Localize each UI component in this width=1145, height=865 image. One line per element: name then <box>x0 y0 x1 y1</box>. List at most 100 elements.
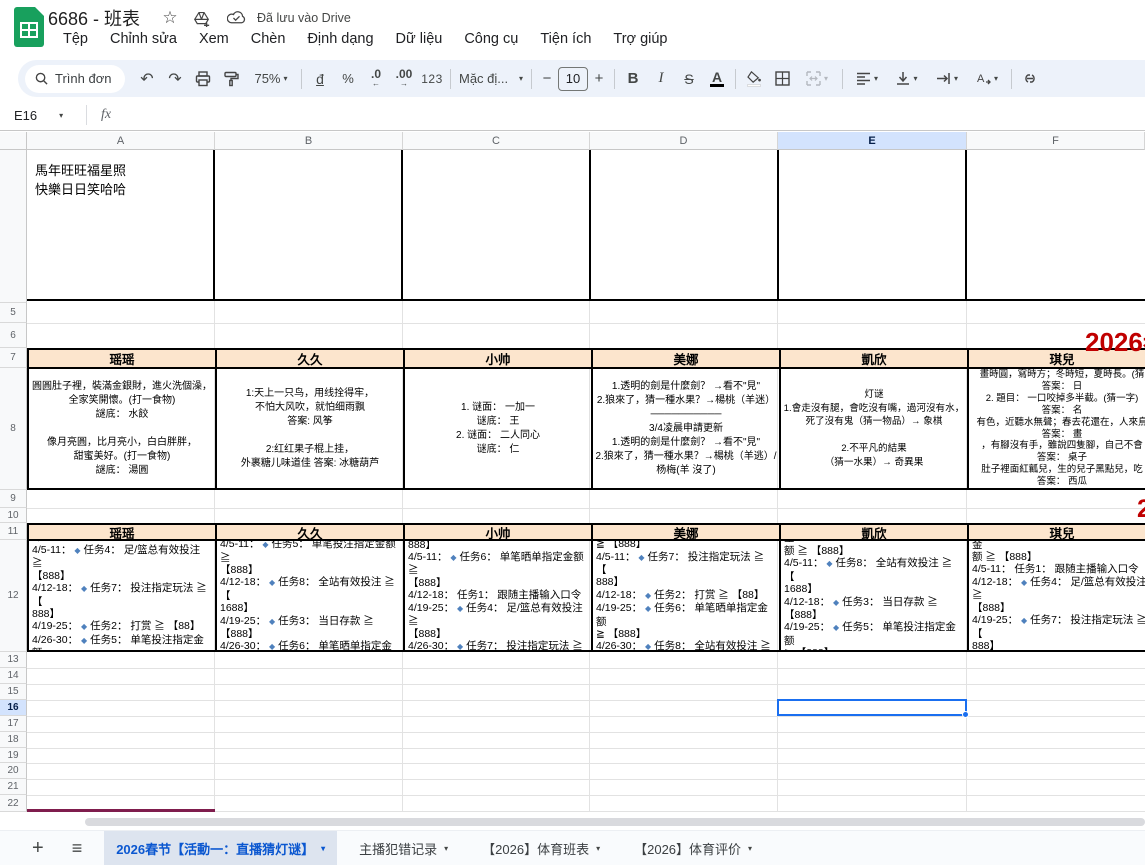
team-header[interactable]: 凱欣 <box>781 350 969 367</box>
cell-empty[interactable] <box>403 150 591 299</box>
horizontal-scrollbar[interactable] <box>85 818 1145 826</box>
text-rotation-button[interactable]: A ▾ <box>967 66 1007 92</box>
team-header[interactable]: 小帅 <box>405 350 593 367</box>
col-header-B[interactable]: B <box>215 132 403 150</box>
sheets-logo-icon[interactable] <box>14 7 44 48</box>
row-header-11[interactable]: 11 <box>0 523 27 540</box>
team-header[interactable]: 美娜 <box>593 525 781 539</box>
font-family-select[interactable]: Mặc đị...▾ <box>455 66 527 92</box>
row-header-22[interactable]: 22 <box>0 795 27 812</box>
row-header-16[interactable]: 16 <box>0 700 27 716</box>
menu-view[interactable]: Xem <box>188 29 240 49</box>
row-header-21[interactable]: 21 <box>0 779 27 795</box>
row-header-14[interactable]: 14 <box>0 668 27 684</box>
cell-task-D12[interactable]: 4月1日-4日： ◆ 任务4： 足/篮总有效投注≧ 【888】4/5-11： ◆… <box>593 541 781 650</box>
bold-button[interactable]: B <box>619 66 647 92</box>
row-header-20[interactable]: 20 <box>0 763 27 779</box>
borders-button[interactable] <box>768 66 796 92</box>
team-header[interactable]: 凱欣 <box>781 525 969 539</box>
cloud-saved-icon[interactable] <box>226 8 246 28</box>
row-header-9[interactable]: 9 <box>0 490 27 508</box>
menu-file[interactable]: Tệp <box>52 29 99 49</box>
sheet-tab[interactable]: 主播犯错记录▾ <box>347 831 460 865</box>
menu-format[interactable]: Định dạng <box>296 29 384 49</box>
cell-task-B12[interactable]: 4月1日-4日： ◆ 任务2： 打赏 ≧ 【88】4/5-11： ◆ 任务5： … <box>217 541 405 650</box>
team-header[interactable]: 瑶瑶 <box>29 525 217 539</box>
team-header[interactable]: 美娜 <box>593 350 781 367</box>
star-icon[interactable]: ☆ <box>160 8 180 28</box>
tab-caret-icon[interactable]: ▾ <box>321 844 325 853</box>
tab-caret-icon[interactable]: ▾ <box>596 844 600 853</box>
sheet-tab-active[interactable]: 2026春节【活動一：直播猜灯谜】▾ <box>104 831 337 865</box>
tab-caret-icon[interactable]: ▾ <box>748 844 752 853</box>
sheet-tab[interactable]: 【2026】体育班表▾ <box>470 831 612 865</box>
row-header-7[interactable]: 7 <box>0 348 27 368</box>
row-header-6[interactable]: 6 <box>0 323 27 348</box>
select-all-corner[interactable] <box>0 132 27 150</box>
tab-caret-icon[interactable]: ▾ <box>444 844 448 853</box>
font-size-input[interactable]: 10 <box>558 67 588 91</box>
row-header-8[interactable]: 8 <box>0 368 27 490</box>
row-header-19[interactable]: 19 <box>0 748 27 763</box>
sheet-tab[interactable]: 【2026】体育评价▾ <box>622 831 764 865</box>
col-header-F[interactable]: F <box>967 132 1145 150</box>
undo-button[interactable]: ↶ <box>133 66 161 92</box>
fill-color-button[interactable] <box>740 66 768 92</box>
fill-handle[interactable] <box>962 711 969 718</box>
cell-riddle-A8[interactable]: 圓圓肚子裡，裝滿金銀財，進火洗個澡，全家笑開懷。(打一食物)謎底： 水餃像月亮圓… <box>29 369 217 488</box>
team-header[interactable]: 小帅 <box>405 525 593 539</box>
paint-format-button[interactable] <box>217 66 245 92</box>
menu-edit[interactable]: Chỉnh sửa <box>99 29 188 49</box>
italic-button[interactable]: I <box>647 66 675 92</box>
decrease-font-size-button[interactable]: − <box>536 66 558 92</box>
number-format-button[interactable]: 123 <box>418 66 446 92</box>
selected-cell-E16[interactable] <box>777 699 967 716</box>
decrease-decimal-button[interactable]: .0← <box>362 66 390 92</box>
saved-status[interactable]: Đã lưu vào Drive <box>257 11 351 25</box>
cell-empty[interactable] <box>591 150 779 299</box>
col-header-A[interactable]: A <box>27 132 215 150</box>
text-color-button[interactable]: A <box>703 66 731 92</box>
row-header-13[interactable]: 13 <box>0 652 27 668</box>
row-header-17[interactable]: 17 <box>0 716 27 732</box>
row-header-5[interactable]: 5 <box>0 303 27 323</box>
menu-insert[interactable]: Chèn <box>240 29 297 49</box>
cell-riddle-F8[interactable]: 畫時圓，寫時方；冬時短，夏時長。(猜答案： 日2. 題目： 一口咬掉多半截。(猜… <box>969 369 1145 488</box>
col-header-E[interactable]: E <box>778 132 967 150</box>
all-sheets-menu-button[interactable]: ≡ <box>72 838 83 859</box>
increase-decimal-button[interactable]: .00→ <box>390 66 418 92</box>
row-header-18[interactable]: 18 <box>0 732 27 748</box>
insert-link-button[interactable] <box>1016 66 1044 92</box>
cell-riddle-C8[interactable]: 1. 谜面： 一加一谜底： 王2. 谜面： 二人同心谜底： 仁 <box>405 369 593 488</box>
name-box[interactable]: E16▾ <box>0 108 86 123</box>
row-header-12[interactable]: 12 <box>0 540 27 652</box>
increase-font-size-button[interactable]: + <box>588 66 610 92</box>
col-header-C[interactable]: C <box>403 132 590 150</box>
menu-tools[interactable]: Công cụ <box>453 29 529 49</box>
row-header-partial[interactable] <box>0 150 27 303</box>
redo-button[interactable]: ↷ <box>161 66 189 92</box>
horizontal-align-button[interactable]: ▾ <box>847 66 887 92</box>
cell-riddle-B8[interactable]: 1:天上一只鸟，用线拴得牢，不怕大风吹，就怕细雨飘答案: 风筝2:红红果子棍上挂… <box>217 369 405 488</box>
cell-banner[interactable]: 馬年旺旺福星照快樂日日笑哈哈 <box>27 150 215 299</box>
cell-empty[interactable] <box>967 150 1145 299</box>
cell-empty[interactable] <box>215 150 403 299</box>
search-menus-input[interactable]: Trình đơn <box>25 65 125 93</box>
team-header[interactable]: 琪兒 <box>969 525 1145 539</box>
menu-data[interactable]: Dữ liệu <box>385 29 454 49</box>
currency-format-button[interactable]: đ <box>306 66 334 92</box>
team-header[interactable]: 久久 <box>217 350 405 367</box>
row-header-15[interactable]: 15 <box>0 684 27 700</box>
cell-riddle-E8[interactable]: 灯谜1.會走沒有腿，會吃沒有嘴，過河沒有水，死了沒有鬼（猜一物品）→ 象棋2.不… <box>781 369 969 488</box>
menu-help[interactable]: Trợ giúp <box>602 29 678 49</box>
zoom-select[interactable]: 75%▾ <box>245 66 297 92</box>
cell-task-E12[interactable]: 4月1日-4日： ◆ 任务5： 单笔投注指定金额 ≧ 【888】4/5-11： … <box>781 541 969 650</box>
add-sheet-button[interactable]: + <box>32 837 44 860</box>
row-header-10[interactable]: 10 <box>0 508 27 523</box>
col-header-D[interactable]: D <box>590 132 778 150</box>
team-header[interactable]: 久久 <box>217 525 405 539</box>
cell-riddle-D8[interactable]: 1.透明的劍是什麼劍？ →看不"見"2.狼來了，猜一種水果？→楊桃（羊迷）───… <box>593 369 781 488</box>
team-header[interactable]: 瑶瑶 <box>29 350 217 367</box>
cell-task-C12[interactable]: 4月1日-4日： ◆ 任务3： 当日存款 ≧ 【888】4/5-11： ◆ 任务… <box>405 541 593 650</box>
percent-format-button[interactable]: % <box>334 66 362 92</box>
